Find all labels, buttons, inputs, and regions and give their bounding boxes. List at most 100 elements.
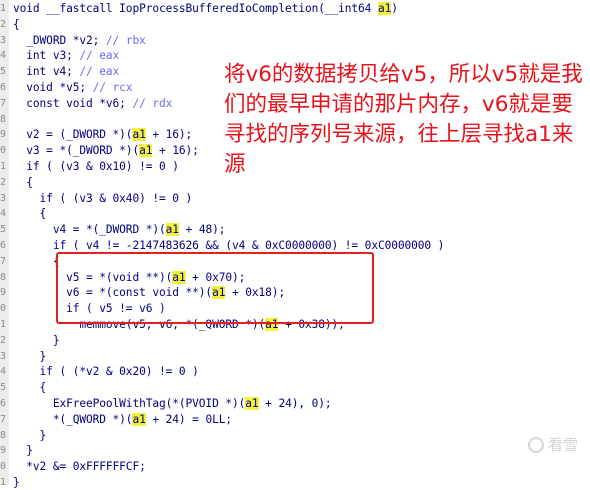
code-comment: // rcx [92, 81, 133, 94]
code-text: ExFreePoolWithTag(*(PVOID *)( [13, 397, 246, 410]
line-number: 1 [0, 477, 7, 488]
line-number: 2 [0, 176, 7, 188]
code-text: { [13, 207, 47, 221]
code-line[interactable]: const void *v6; // rdx [13, 96, 172, 111]
line-number: 2 [0, 334, 7, 346]
line-number: 0 [0, 303, 7, 315]
code-line[interactable]: if ( v4 != -2147483626 && (v4 & 0xC00000… [13, 238, 445, 253]
highlighted-token: a1 [132, 412, 146, 426]
code-text: + 16); [152, 144, 199, 158]
code-text: v2 = (_DWORD *)( [13, 128, 133, 142]
code-line[interactable]: } [13, 333, 60, 348]
line-number: 5 [0, 382, 7, 394]
watermark-logo-icon [527, 436, 544, 453]
code-line[interactable]: if ( (*v2 & 0x20) != 0 ) [13, 364, 199, 379]
code-text: v4 = *(_DWORD *)( [13, 223, 166, 237]
line-number: 8 [0, 429, 7, 441]
code-line[interactable]: v2 = (_DWORD *)(a1 + 16); [13, 127, 192, 142]
annotation-text: 将v6的数据拷贝给v5，所以v5就是我们的最早申请的那片内存，v6就是要寻找的序… [224, 62, 583, 177]
line-number: 8 [0, 113, 7, 125]
code-line[interactable]: { [13, 175, 33, 190]
highlight-box [56, 252, 374, 324]
code-text: { [13, 175, 33, 189]
line-number: 4 [0, 366, 7, 378]
code-line[interactable]: } [13, 349, 47, 364]
code-text: *(_QWORD *)( [13, 412, 133, 426]
line-number: 5 [0, 224, 7, 236]
code-text: ) [391, 2, 398, 15]
code-text: const void *v6; [13, 96, 133, 110]
line-number: 2 [0, 18, 7, 30]
code-comment: // eax [79, 65, 120, 79]
line-number: 1 [0, 319, 7, 330]
line-number: 6 [0, 82, 7, 93]
code-line[interactable]: *(_QWORD *)(a1 + 24) = 0LL; [13, 412, 232, 427]
code-line[interactable]: ExFreePoolWithTag(*(PVOID *)(a1 + 24), 0… [13, 396, 332, 411]
highlighted-token: a1 [139, 144, 153, 158]
highlighted-token: a1 [377, 2, 392, 15]
code-text: } [13, 333, 60, 347]
code-text: v3 = *(_DWORD *)( [13, 144, 140, 158]
code-text: if ( v4 != -2147483626 && (v4 & 0xC00000… [13, 239, 445, 252]
code-line[interactable]: _DWORD *v2; // rbx [13, 33, 146, 48]
code-line[interactable]: *v2 &= 0xFFFFFFCF; [13, 459, 146, 474]
line-number: 7 [0, 255, 7, 267]
code-line[interactable]: { [13, 254, 60, 269]
code-line[interactable]: } [13, 475, 20, 490]
code-line[interactable]: } [13, 443, 33, 458]
code-text: } [13, 349, 47, 363]
code-line[interactable]: int v3; // eax [13, 48, 119, 63]
line-number: 3 [0, 192, 7, 204]
code-line[interactable]: { [13, 380, 47, 395]
code-text: if ( (v3 & 0x40) != 0 ) [13, 191, 193, 205]
code-text: + 48); [178, 223, 226, 237]
line-number: 9 [0, 445, 7, 457]
code-text: void __fastcall IopProcessBufferedIoComp… [13, 2, 378, 15]
code-text: { [13, 254, 60, 268]
code-text: } [13, 444, 33, 458]
code-text: if ( (*v2 & 0x20) != 0 ) [13, 365, 199, 379]
code-line[interactable]: { [13, 206, 47, 221]
line-number: 3 [0, 350, 7, 362]
code-line[interactable]: void __fastcall IopProcessBufferedIoComp… [13, 1, 398, 16]
code-text: + 24), 0); [258, 397, 332, 410]
code-comment: // rbx [105, 33, 146, 47]
code-line[interactable]: if ( (v3 & 0x10) != 0 ) [13, 159, 179, 174]
code-line[interactable]: { [13, 17, 20, 32]
code-text: + 24) = 0LL; [145, 412, 232, 426]
highlighted-token: a1 [132, 128, 146, 142]
line-number: 7 [0, 413, 7, 425]
highlighted-token: a1 [245, 397, 259, 410]
code-text: int v4; [13, 65, 80, 79]
code-text: { [13, 381, 47, 395]
line-number: 0 [0, 461, 7, 473]
code-text: + 16); [145, 128, 193, 142]
code-text: } [13, 428, 47, 442]
code-text: _DWORD *v2; [13, 33, 106, 47]
code-line[interactable]: v4 = *(_DWORD *)(a1 + 48); [13, 222, 225, 237]
code-line[interactable]: if ( (v3 & 0x40) != 0 ) [13, 191, 193, 206]
line-number: 3 [0, 34, 7, 46]
code-line[interactable]: } [13, 428, 47, 443]
code-text: { [13, 17, 20, 31]
line-number: 7 [0, 97, 7, 109]
code-text: if ( (v3 & 0x10) != 0 ) [13, 160, 179, 173]
line-number: 1 [0, 3, 7, 14]
highlighted-token: a1 [165, 223, 179, 237]
line-number: 5 [0, 66, 7, 78]
line-number: 6 [0, 240, 7, 251]
line-number: 8 [0, 271, 7, 283]
line-number: 9 [0, 129, 7, 141]
code-text: int v3; [13, 49, 80, 63]
line-number: 4 [0, 208, 7, 220]
line-number: 4 [0, 50, 7, 62]
code-text: *v2 &= 0xFFFFFFCF; [13, 460, 146, 474]
code-text: void *v5; [13, 81, 93, 94]
line-number: 0 [0, 145, 7, 157]
code-comment: // rdx [132, 96, 173, 110]
code-line[interactable]: int v4; // eax [13, 64, 119, 79]
line-number: 1 [0, 161, 7, 172]
watermark-text: 看雪 [547, 436, 578, 454]
code-line[interactable]: v3 = *(_DWORD *)(a1 + 16); [13, 143, 199, 158]
code-line[interactable]: void *v5; // rcx [13, 80, 132, 95]
